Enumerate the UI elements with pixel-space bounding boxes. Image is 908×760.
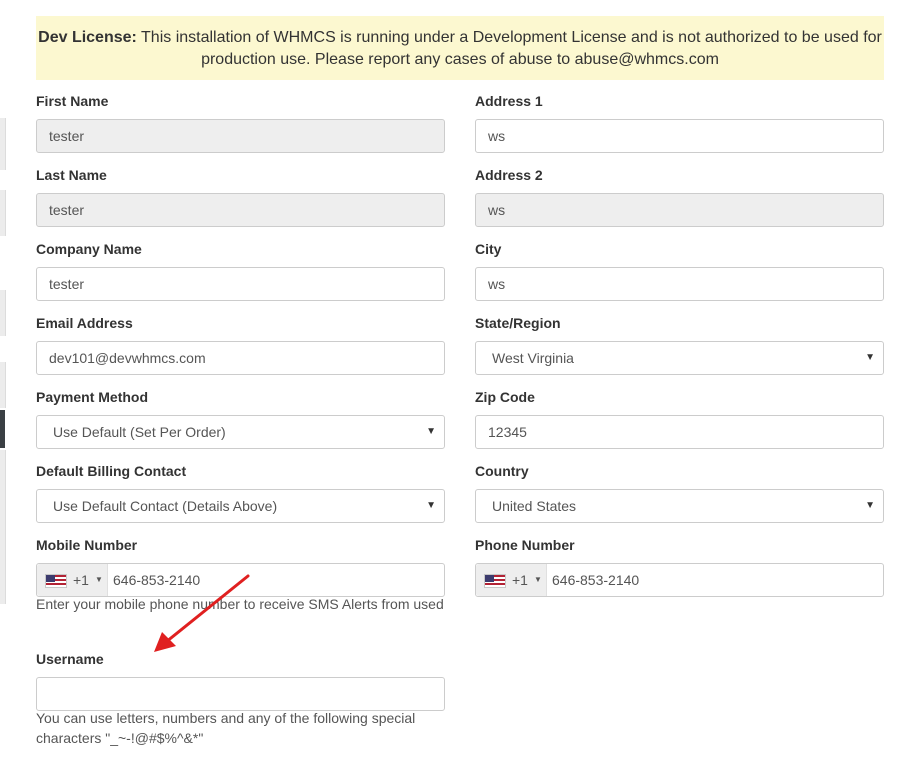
us-flag-icon [484,574,506,588]
country-select[interactable]: United States ▼ [475,489,884,523]
email-field: Email Address dev101@devwhmcs.com [36,313,445,375]
address1-field: Address 1 ws [475,91,884,153]
sidebar-edge-item[interactable] [0,362,6,408]
first-name-field: First Name tester [36,91,445,153]
billing-contact-select[interactable]: Use Default Contact (Details Above) ▼ [36,489,445,523]
username-field: Username You can use letters, numbers an… [36,649,445,746]
payment-method-label: Payment Method [36,389,149,405]
billing-contact-field: Default Billing Contact Use Default Cont… [36,461,445,523]
phone-number-label: Phone Number [475,537,575,553]
billing-contact-label: Default Billing Contact [36,463,187,479]
username-help: You can use letters, numbers and any of … [36,710,416,746]
email-input[interactable]: dev101@devwhmcs.com [36,341,445,375]
sidebar-edge-item[interactable] [0,450,6,604]
address2-input[interactable]: ws [475,193,884,227]
mobile-number-field: Mobile Number +1 ▼ 646-853-2140 Enter yo… [36,535,445,612]
phone-number-input[interactable]: +1 ▼ 646-853-2140 [475,563,884,597]
address1-input[interactable]: ws [475,119,884,153]
chevron-down-icon: ▼ [534,575,542,584]
state-field: State/Region West Virginia ▼ [475,313,884,375]
city-field: City ws [475,239,884,301]
first-name-label: First Name [36,93,109,109]
banner-text: This installation of WHMCS is running un… [136,29,882,68]
username-label: Username [36,651,104,667]
country-code-dropdown[interactable]: +1 ▼ [476,564,547,596]
dial-code: +1 [512,572,528,588]
city-input[interactable]: ws [475,267,884,301]
sidebar-edge [0,0,6,760]
mobile-number-label: Mobile Number [36,537,138,553]
chevron-down-icon: ▼ [426,426,436,437]
phone-number-field: Phone Number +1 ▼ 646-853-2140 [475,535,884,597]
mobile-number-help: Enter your mobile phone number to receiv… [36,596,444,612]
mobile-number-input[interactable]: +1 ▼ 646-853-2140 [36,563,445,597]
company-name-input[interactable]: tester [36,267,445,301]
city-label: City [475,241,502,257]
company-name-field: Company Name tester [36,239,445,301]
state-select[interactable]: West Virginia ▼ [475,341,884,375]
mobile-number-value: 646-853-2140 [113,572,201,588]
sidebar-edge-item[interactable] [0,290,6,336]
dev-license-banner: Dev License: This installation of WHMCS … [36,16,884,80]
zip-label: Zip Code [475,389,535,405]
chevron-down-icon: ▼ [865,352,875,363]
dial-code: +1 [73,572,89,588]
email-label: Email Address [36,315,133,331]
username-input[interactable] [36,677,445,711]
banner-strong: Dev License: [38,29,137,46]
last-name-label: Last Name [36,167,107,183]
last-name-field: Last Name tester [36,165,445,227]
zip-field: Zip Code 12345 [475,387,884,449]
state-value: West Virginia [492,350,574,366]
last-name-input[interactable]: tester [36,193,445,227]
sidebar-edge-item[interactable] [0,118,6,170]
address2-field: Address 2 ws [475,165,884,227]
sidebar-edge-item[interactable] [0,190,6,236]
address2-label: Address 2 [475,167,543,183]
country-value: United States [492,498,577,514]
payment-method-value: Use Default (Set Per Order) [53,424,226,440]
us-flag-icon [45,574,67,588]
chevron-down-icon: ▼ [95,575,103,584]
country-label: Country [475,463,529,479]
sidebar-edge-item-active[interactable] [0,410,5,448]
chevron-down-icon: ▼ [865,500,875,511]
zip-input[interactable]: 12345 [475,415,884,449]
country-field: Country United States ▼ [475,461,884,523]
first-name-input[interactable]: tester [36,119,445,153]
chevron-down-icon: ▼ [426,500,436,511]
phone-number-value: 646-853-2140 [552,572,640,588]
payment-method-select[interactable]: Use Default (Set Per Order) ▼ [36,415,445,449]
company-name-label: Company Name [36,241,142,257]
billing-contact-value: Use Default Contact (Details Above) [53,498,278,514]
address1-label: Address 1 [475,93,543,109]
state-label: State/Region [475,315,561,331]
country-code-dropdown[interactable]: +1 ▼ [37,564,108,596]
payment-method-field: Payment Method Use Default (Set Per Orde… [36,387,445,449]
